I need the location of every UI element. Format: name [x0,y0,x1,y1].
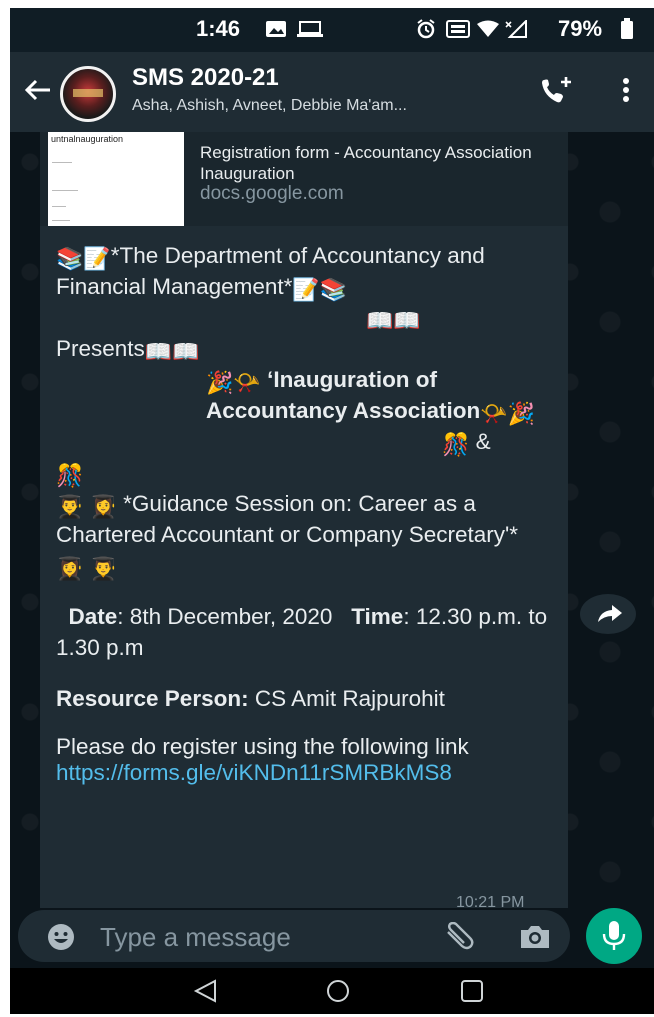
attach-icon[interactable] [442,922,476,952]
forward-icon [598,605,622,622]
date-value: : 8th December, 2020 [117,604,333,629]
link-preview-thumbnail: untnalnauguration [48,132,184,226]
nav-recents-icon[interactable] [458,978,486,1004]
message-input[interactable] [98,920,422,954]
department-line: *The Department of Accountancy and Finan… [56,243,485,299]
mic-icon [602,921,626,950]
thumbnail-line [52,190,78,191]
alarm-icon [417,19,435,39]
thumbnail-line [52,162,72,163]
open-book-emoji: 📖📖 [366,308,421,333]
chat-area[interactable]: untnalnauguration Registration form - Ac… [10,132,654,908]
system-nav-bar [10,968,654,1014]
graduate-emoji: 👨‍🎓 👩‍🎓 [56,494,117,519]
thumbnail-line [52,206,66,207]
confetti-emoji: 🎊 [56,463,84,488]
phone-screen: 1:46 79% SMS 2020-21 Asha, Ashish, Avnee… [10,8,654,1014]
more-options-icon[interactable] [614,74,638,106]
books-emoji: 📚📝 [56,246,111,271]
open-book-emoji: 📖📖 [144,339,200,364]
link-preview[interactable]: untnalnauguration Registration form - Ac… [40,132,568,226]
thumbnail-line [52,220,70,221]
confetti-emoji: 🎊 [442,432,470,457]
message-bubble[interactable]: untnalnauguration Registration form - Ac… [40,132,568,908]
presents-line: Presents [56,336,145,361]
message-composer[interactable] [18,910,570,962]
thumbnail-title: untnalnauguration [51,134,124,144]
nav-back-icon[interactable] [192,978,220,1004]
register-link[interactable]: https://forms.gle/viKNDn11rSMRBkMS8 [56,760,452,785]
gallery-icon [266,21,286,37]
guidance-line: *Guidance Session on: Career as a Charte… [56,491,519,547]
memo-emoji: 📝📚 [292,277,348,302]
horn-emoji: 📯🎉 [480,401,536,426]
graduate-emoji: 👩‍🎓 👨‍🎓 [56,556,117,581]
composer-bar [10,908,654,968]
ampersand: & [475,429,491,454]
emoji-icon[interactable] [46,922,76,952]
chat-header: SMS 2020-21 Asha, Ashish, Avneet, Debbie… [10,52,654,132]
nav-home-icon[interactable] [324,978,352,1004]
link-preview-title: Registration form - Accountancy Associat… [200,143,532,183]
register-text: Please do register using the following l… [56,734,469,759]
link-preview-domain: docs.google.com [200,183,344,204]
wifi-icon [477,20,499,37]
status-bar: 1:46 79% [10,8,654,52]
status-time: 1:46 [196,16,241,41]
resource-value: CS Amit Rajpurohit [248,686,445,711]
signal-icon [505,20,527,38]
laptop-icon [297,21,323,37]
battery-icon [621,18,633,39]
battery-percent: 79% [558,16,603,41]
time-label: Time [351,604,404,629]
group-avatar[interactable] [60,66,116,122]
vowifi-icon [446,20,470,38]
add-call-icon[interactable] [538,74,574,106]
forward-button[interactable] [580,594,636,634]
mic-button[interactable] [586,908,642,964]
party-emoji: 🎉📯 [206,370,261,395]
message-text: 📚📝*The Department of Accountancy and Fin… [56,240,561,786]
camera-icon[interactable] [518,922,552,952]
chat-participants[interactable]: Asha, Ashish, Avneet, Debbie Ma'am... [132,97,407,115]
back-arrow-icon[interactable] [22,74,54,106]
chat-title[interactable]: SMS 2020-21 [132,64,279,92]
resource-label: Resource Person: [56,686,249,711]
date-label: Date [68,604,118,629]
message-timestamp: 10:21 PM [456,894,525,908]
